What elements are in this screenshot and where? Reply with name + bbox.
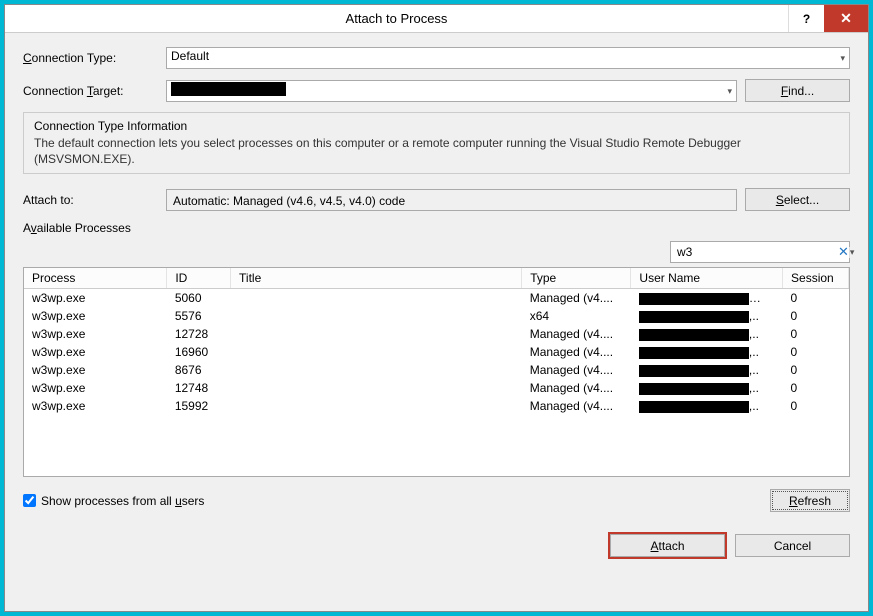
cell-user: ,.. [631,361,783,379]
col-header-session[interactable]: Session [783,268,849,289]
connection-info-box: Connection Type Information The default … [23,112,850,174]
connection-target-label: Connection Target: [23,84,158,98]
filter-dropdown-icon[interactable]: ▾ [849,247,855,258]
attach-to-value: Automatic: Managed (v4.6, v4.5, v4.0) co… [166,189,737,211]
cell-title [231,379,522,397]
close-button[interactable]: ✕ [824,5,868,32]
cell-user: ,.. [631,397,783,415]
cell-session: 0 [783,379,849,397]
cell-process: w3wp.exe [24,325,167,343]
attach-to-label: Attach to: [23,193,158,207]
cell-process: w3wp.exe [24,289,167,308]
cell-process: w3wp.exe [24,343,167,361]
cell-user: ,.. [631,307,783,325]
clear-filter-icon[interactable]: ✕ [838,244,849,260]
cell-process: w3wp.exe [24,379,167,397]
cell-id: 5576 [167,307,231,325]
cell-process: w3wp.exe [24,397,167,415]
help-button[interactable]: ? [788,5,824,32]
col-header-user[interactable]: User Name [631,268,783,289]
col-header-type[interactable]: Type [522,268,631,289]
connection-target-row: Connection Target: ▾ Find... [23,79,850,102]
cell-type: Managed (v4.... [522,325,631,343]
cell-type: Managed (v4.... [522,361,631,379]
table-row[interactable]: w3wp.exe5576 x64,..0 [24,307,849,325]
attach-to-row: Attach to: Automatic: Managed (v4.6, v4.… [23,188,850,211]
connection-type-value: Default [171,49,209,63]
cell-user: ,.. [631,379,783,397]
cell-type: Managed (v4.... [522,289,631,308]
cell-type: Managed (v4.... [522,379,631,397]
process-table: Process ID Title Type User Name Session … [24,268,849,415]
connection-type-row: Connection Type: Default ▾ [23,47,850,69]
col-header-process[interactable]: Process [24,268,167,289]
cell-process: w3wp.exe [24,361,167,379]
chevron-down-icon: ▾ [727,86,732,97]
dialog-actions: Attach Cancel [23,534,850,557]
cell-id: 12728 [167,325,231,343]
table-row[interactable]: w3wp.exe8676 Managed (v4....,..0 [24,361,849,379]
chevron-down-icon: ▾ [840,53,845,64]
cell-process: w3wp.exe [24,307,167,325]
table-row[interactable]: w3wp.exe12748 Managed (v4....,..0 [24,379,849,397]
cell-title [231,307,522,325]
connection-target-select[interactable]: ▾ [166,80,737,102]
cell-id: 5060 [167,289,231,308]
connection-info-text: The default connection lets you select p… [34,135,839,167]
cell-title [231,397,522,415]
cell-type: x64 [522,307,631,325]
cell-session: 0 [783,361,849,379]
find-button[interactable]: Find... [745,79,850,102]
table-row[interactable]: w3wp.exe16960 Managed (v4....,..0 [24,343,849,361]
cell-user: ,.. [631,325,783,343]
show-all-users-wrap[interactable]: Show processes from all users [23,494,204,508]
dialog-content: Connection Type: Default ▾ Connection Ta… [5,33,868,611]
filter-input[interactable] [671,242,838,262]
cancel-button[interactable]: Cancel [735,534,850,557]
cell-id: 15992 [167,397,231,415]
cell-session: 0 [783,397,849,415]
cell-title [231,289,522,308]
cell-session: 0 [783,307,849,325]
cell-session: 0 [783,343,849,361]
show-all-users-checkbox[interactable] [23,494,36,507]
cell-type: Managed (v4.... [522,343,631,361]
connection-type-select[interactable]: Default ▾ [166,47,850,69]
table-row[interactable]: w3wp.exe15992 Managed (v4....,..0 [24,397,849,415]
titlebar: Attach to Process ? ✕ [5,5,868,33]
cell-id: 16960 [167,343,231,361]
cell-user: … [631,289,783,308]
select-button[interactable]: Select... [745,188,850,211]
table-row[interactable]: w3wp.exe5060 Managed (v4....…0 [24,289,849,308]
refresh-button[interactable]: Refresh [770,489,850,512]
cell-id: 12748 [167,379,231,397]
col-header-id[interactable]: ID [167,268,231,289]
show-all-users-label: Show processes from all users [41,494,204,508]
dialog-window: Attach to Process ? ✕ Connection Type: D… [4,4,869,612]
cell-title [231,343,522,361]
connection-target-redacted [171,82,286,96]
cell-session: 0 [783,289,849,308]
cell-title [231,325,522,343]
cell-id: 8676 [167,361,231,379]
cell-title [231,361,522,379]
bottom-row: Show processes from all users Refresh [23,489,850,512]
cell-type: Managed (v4.... [522,397,631,415]
connection-type-label: Connection Type: [23,51,158,65]
attach-button[interactable]: Attach [610,534,725,557]
filter-box: ✕ ▾ [670,241,850,263]
cell-session: 0 [783,325,849,343]
window-controls: ? ✕ [788,5,868,32]
col-header-title[interactable]: Title [231,268,522,289]
process-table-container: Process ID Title Type User Name Session … [23,267,850,477]
filter-row: ✕ ▾ [23,241,850,263]
connection-info-title: Connection Type Information [34,119,839,133]
cell-user: ,.. [631,343,783,361]
table-header-row: Process ID Title Type User Name Session [24,268,849,289]
available-processes-label: Available Processes [23,221,850,235]
window-title: Attach to Process [5,11,788,26]
table-row[interactable]: w3wp.exe12728 Managed (v4....,..0 [24,325,849,343]
